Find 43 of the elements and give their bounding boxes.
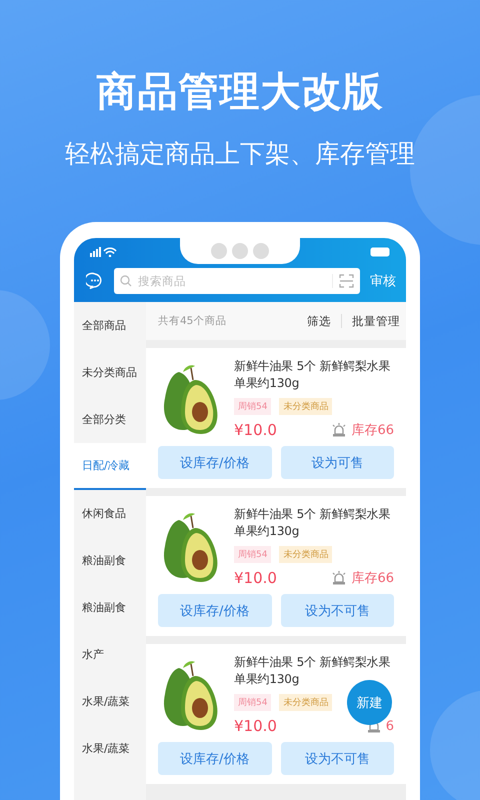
category-item[interactable]: 水果/蔬菜 xyxy=(74,725,146,772)
alarm-icon xyxy=(331,571,348,585)
product-title: 新鲜牛油果 5个 新鲜鳄梨水果单果约130g xyxy=(234,506,392,540)
category-item[interactable]: 休闲食品 xyxy=(74,490,146,537)
price: ¥10.0 xyxy=(234,421,277,439)
stock-count: 库存66 xyxy=(351,422,394,439)
product-title: 新鲜牛油果 5个 新鲜鳄梨水果单果约130g xyxy=(234,358,392,392)
category-tag: 未分类商品 xyxy=(279,398,332,415)
filter-link[interactable]: 筛选 xyxy=(307,314,331,328)
signal-wifi-icon xyxy=(90,247,118,257)
category-item[interactable]: 粮油副食 xyxy=(74,537,146,584)
product-count: 共有45个商品 xyxy=(158,314,228,328)
set-stock-price-button[interactable]: 设库存/价格 xyxy=(158,742,272,775)
sales-tag: 周销54 xyxy=(234,694,272,711)
category-item[interactable]: 全部分类 xyxy=(74,396,146,443)
search-icon xyxy=(120,275,132,287)
sales-tag: 周销54 xyxy=(234,546,272,563)
promo-subtitle: 轻松搞定商品上下架、库存管理 xyxy=(64,138,416,170)
sensor-dots-icon xyxy=(211,243,269,259)
category-item[interactable]: 水果/蔬菜 xyxy=(74,678,146,725)
category-item[interactable]: 水产 xyxy=(74,631,146,678)
set-stock-price-button[interactable]: 设库存/价格 xyxy=(158,446,272,479)
category-tag: 未分类商品 xyxy=(279,546,332,563)
sale-status-button[interactable]: 设为可售 xyxy=(280,446,394,479)
battery-icon xyxy=(370,247,390,257)
set-stock-price-button[interactable]: 设库存/价格 xyxy=(158,594,272,627)
scan-icon[interactable] xyxy=(339,274,354,288)
sale-status-button[interactable]: 设为不可售 xyxy=(280,742,394,775)
promo-title: 商品管理大改版 xyxy=(96,68,384,117)
category-item[interactable]: 未分类商品 xyxy=(74,349,146,396)
stock-count: 库存66 xyxy=(351,570,394,587)
category-item[interactable]: 日配/冷藏 xyxy=(74,443,146,490)
category-tag: 未分类商品 xyxy=(279,694,332,711)
category-item[interactable]: 粮油副食 xyxy=(74,584,146,631)
sale-status-button[interactable]: 设为不可售 xyxy=(280,594,394,627)
chat-icon[interactable] xyxy=(86,272,104,290)
category-item[interactable]: 全部商品 xyxy=(74,302,146,349)
sales-tag: 周销54 xyxy=(234,398,272,415)
batch-manage-link[interactable]: 批量管理 xyxy=(352,314,400,328)
alarm-icon xyxy=(331,423,348,437)
price: ¥10.0 xyxy=(234,569,277,587)
price: ¥10.0 xyxy=(234,717,277,735)
search-field[interactable]: 搜索商品 xyxy=(114,268,360,294)
